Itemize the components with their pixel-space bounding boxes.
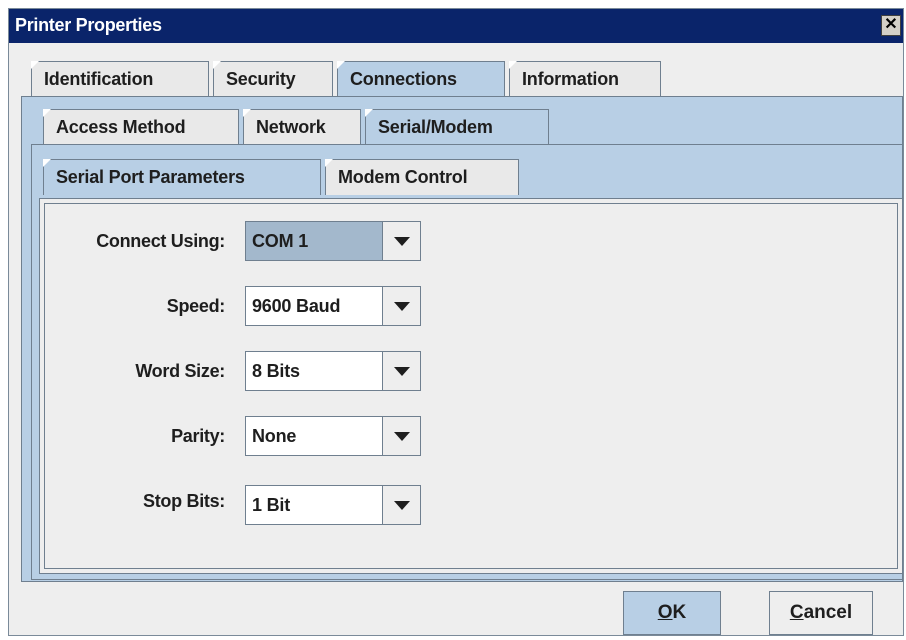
- chevron-down-icon[interactable]: [382, 352, 420, 390]
- word-size-value: 8 Bits: [252, 361, 300, 381]
- connect-using-label: Connect Using:: [96, 231, 225, 251]
- close-icon: ✕: [884, 16, 898, 33]
- word-size-combo[interactable]: 8 Bits: [245, 351, 421, 391]
- printer-properties-dialog: Printer Properties ✕ Identification Secu…: [8, 8, 904, 636]
- ok-label-rest: K: [672, 602, 687, 623]
- chevron-down-icon[interactable]: [382, 486, 420, 524]
- tab-information[interactable]: Information: [509, 61, 661, 97]
- content-frame: [44, 203, 898, 569]
- window-title: Printer Properties: [15, 15, 162, 35]
- connect-using-value: COM 1: [246, 222, 382, 260]
- speed-label: Speed:: [166, 296, 226, 316]
- tab-serial-modem[interactable]: Serial/Modem: [365, 109, 549, 145]
- parity-combo[interactable]: None: [245, 416, 421, 456]
- tab-identification[interactable]: Identification: [31, 61, 209, 97]
- cancel-button[interactable]: Cancel: [769, 591, 873, 635]
- tab-access-method[interactable]: Access Method: [43, 109, 239, 145]
- title-bar[interactable]: Printer Properties ✕: [9, 9, 903, 43]
- tab-security[interactable]: Security: [213, 61, 333, 97]
- close-button[interactable]: ✕: [881, 15, 901, 36]
- speed-combo[interactable]: 9600 Baud: [245, 286, 421, 326]
- cancel-label-rest: ancel: [803, 602, 853, 623]
- serial-port-parameters-panel: [39, 198, 903, 574]
- chevron-down-icon[interactable]: [382, 287, 420, 325]
- stop-bits-value: 1 Bit: [252, 495, 291, 515]
- chevron-down-icon[interactable]: [382, 222, 420, 260]
- parity-value: None: [252, 426, 297, 446]
- parity-label: Parity:: [171, 426, 225, 446]
- tab-serial-port-parameters[interactable]: Serial Port Parameters: [43, 159, 321, 195]
- ok-button[interactable]: OK: [623, 591, 721, 635]
- connect-using-combo[interactable]: COM 1: [245, 221, 421, 261]
- speed-value: 9600 Baud: [252, 296, 341, 316]
- stop-bits-label: Stop Bits:: [143, 491, 225, 511]
- word-size-label: Word Size:: [135, 361, 225, 381]
- tab-modem-control[interactable]: Modem Control: [325, 159, 519, 195]
- tab-network[interactable]: Network: [243, 109, 361, 145]
- cancel-mnemonic: C: [789, 602, 804, 623]
- tab-connections[interactable]: Connections: [337, 61, 505, 97]
- ok-mnemonic: O: [657, 602, 673, 623]
- chevron-down-icon[interactable]: [382, 417, 420, 455]
- stop-bits-combo[interactable]: 1 Bit: [245, 485, 421, 525]
